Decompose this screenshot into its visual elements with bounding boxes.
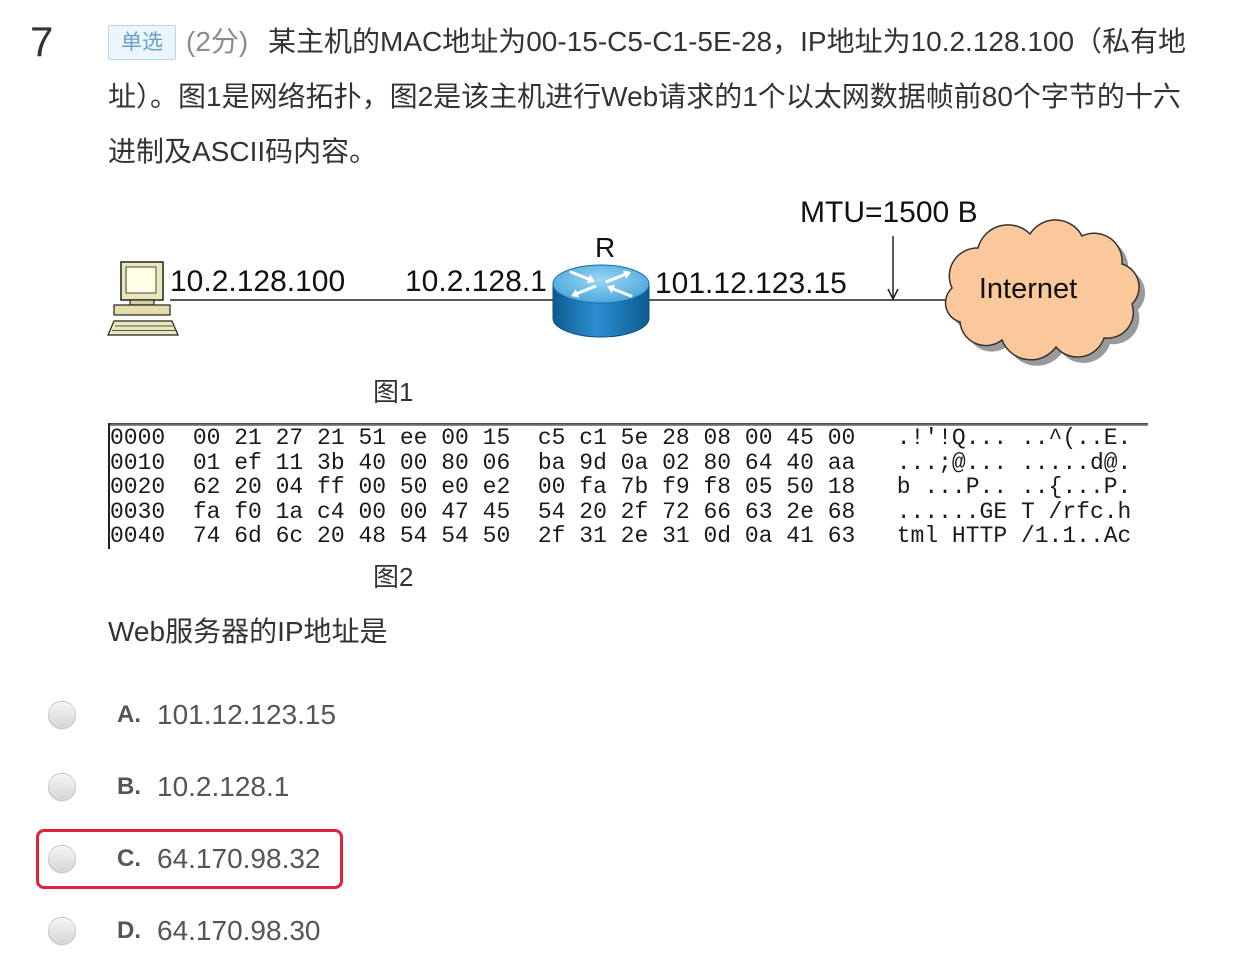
router-lan-ip-label: 10.2.128.1 <box>405 265 547 298</box>
option-letter: B. <box>117 773 141 800</box>
radio-button[interactable] <box>48 701 76 729</box>
question-type-badge: 单选 <box>108 25 176 60</box>
hex-bytes: 74 6d 6c 20 48 54 54 50 2f 31 2e 31 0d 0… <box>192 523 856 549</box>
option-b[interactable]: B. 10.2.128.1 <box>36 757 343 817</box>
router-wan-ip-label: 101.12.123.15 <box>655 267 847 300</box>
router-icon <box>552 264 650 338</box>
host-ip-label: 10.2.128.100 <box>170 265 345 298</box>
option-text: 64.170.98.32 <box>157 843 321 874</box>
option-letter: D. <box>117 917 141 944</box>
mtu-label: MTU=1500 B <box>800 196 978 229</box>
down-arrow-icon <box>887 236 899 301</box>
figure1-caption: 图1 <box>373 377 414 407</box>
option-letter: C. <box>117 845 141 872</box>
question-stem-line: 址）。图1是网络拓扑，图2是该主机进行Web请求的1个以太网数据帧前80个字节的… <box>108 81 1181 112</box>
question-score: (2分) <box>186 26 249 57</box>
hex-dump-row: 0020 62 20 04 ff 00 50 e0 e2 00 fa 7b f9 … <box>110 475 1131 500</box>
question-stem-line: 某主机的MAC地址为00-15-C5-C1-5E-28，IP地址为10.2.12… <box>268 26 1187 57</box>
hex-bytes: fa f0 1a c4 00 00 47 45 54 20 2f 72 66 6… <box>192 498 856 525</box>
hex-dump: 0000 00 21 27 21 51 ee 00 15 c5 c1 5e 28 … <box>110 426 1131 549</box>
hex-ascii: tml HTTP /1.1..Ac <box>896 523 1132 549</box>
option-a[interactable]: A. 101.12.123.15 <box>36 685 343 745</box>
hex-bytes: 00 21 27 21 51 ee 00 15 c5 c1 5e 28 08 0… <box>192 425 856 451</box>
hex-offset: 0040 <box>110 523 166 549</box>
question-prompt: Web服务器的IP地址是 <box>108 616 388 647</box>
option-text: 64.170.98.30 <box>157 915 321 946</box>
cloud-label: Internet <box>979 273 1077 305</box>
hex-ascii: ......GE T /rfc.h <box>896 498 1132 525</box>
hex-ascii: b ...P.. ..{...P. <box>896 474 1132 500</box>
network-topology-figure: MTU=1500 B 10.2.128.100 R 10.2.128.1 101… <box>107 196 1146 366</box>
radio-button[interactable] <box>48 917 76 945</box>
question-stem-line: 进制及ASCII码内容。 <box>108 136 378 167</box>
hex-bytes: 62 20 04 ff 00 50 e0 e2 00 fa 7b f9 f8 0… <box>192 474 856 500</box>
hex-ascii: ...;@... .....d@. <box>896 449 1132 476</box>
option-letter: A. <box>117 701 141 728</box>
radio-button[interactable] <box>48 845 76 873</box>
hex-ascii: .!'!Q... ..^(..E. <box>896 425 1132 451</box>
hex-dump-row: 0030 fa f0 1a c4 00 00 47 45 54 20 2f 72 … <box>110 498 1132 525</box>
hex-dump-row: 0000 00 21 27 21 51 ee 00 15 c5 c1 5e 28 … <box>110 426 1131 451</box>
option-d[interactable]: D. 64.170.98.30 <box>36 901 343 961</box>
hex-offset: 0010 <box>110 449 166 476</box>
router-label: R <box>595 232 615 263</box>
computer-icon <box>107 261 179 336</box>
hex-offset: 0000 <box>110 425 166 451</box>
hex-offset: 0030 <box>110 498 166 525</box>
hex-dump-row: 0040 74 6d 6c 20 48 54 54 50 2f 31 2e 31 … <box>110 524 1131 549</box>
option-text: 10.2.128.1 <box>157 771 290 802</box>
question-number: 7 <box>30 18 54 65</box>
hex-dump-row: 0010 01 ef 11 3b 40 00 80 06 ba 9d 0a 02 … <box>110 449 1132 476</box>
option-text: 101.12.123.15 <box>157 699 337 730</box>
option-c[interactable]: C. 64.170.98.32 <box>36 829 343 889</box>
hex-bytes: 01 ef 11 3b 40 00 80 06 ba 9d 0a 02 80 6… <box>192 449 856 476</box>
radio-button[interactable] <box>48 773 76 801</box>
hex-offset: 0020 <box>110 474 166 500</box>
figure2-caption: 图2 <box>373 562 414 592</box>
